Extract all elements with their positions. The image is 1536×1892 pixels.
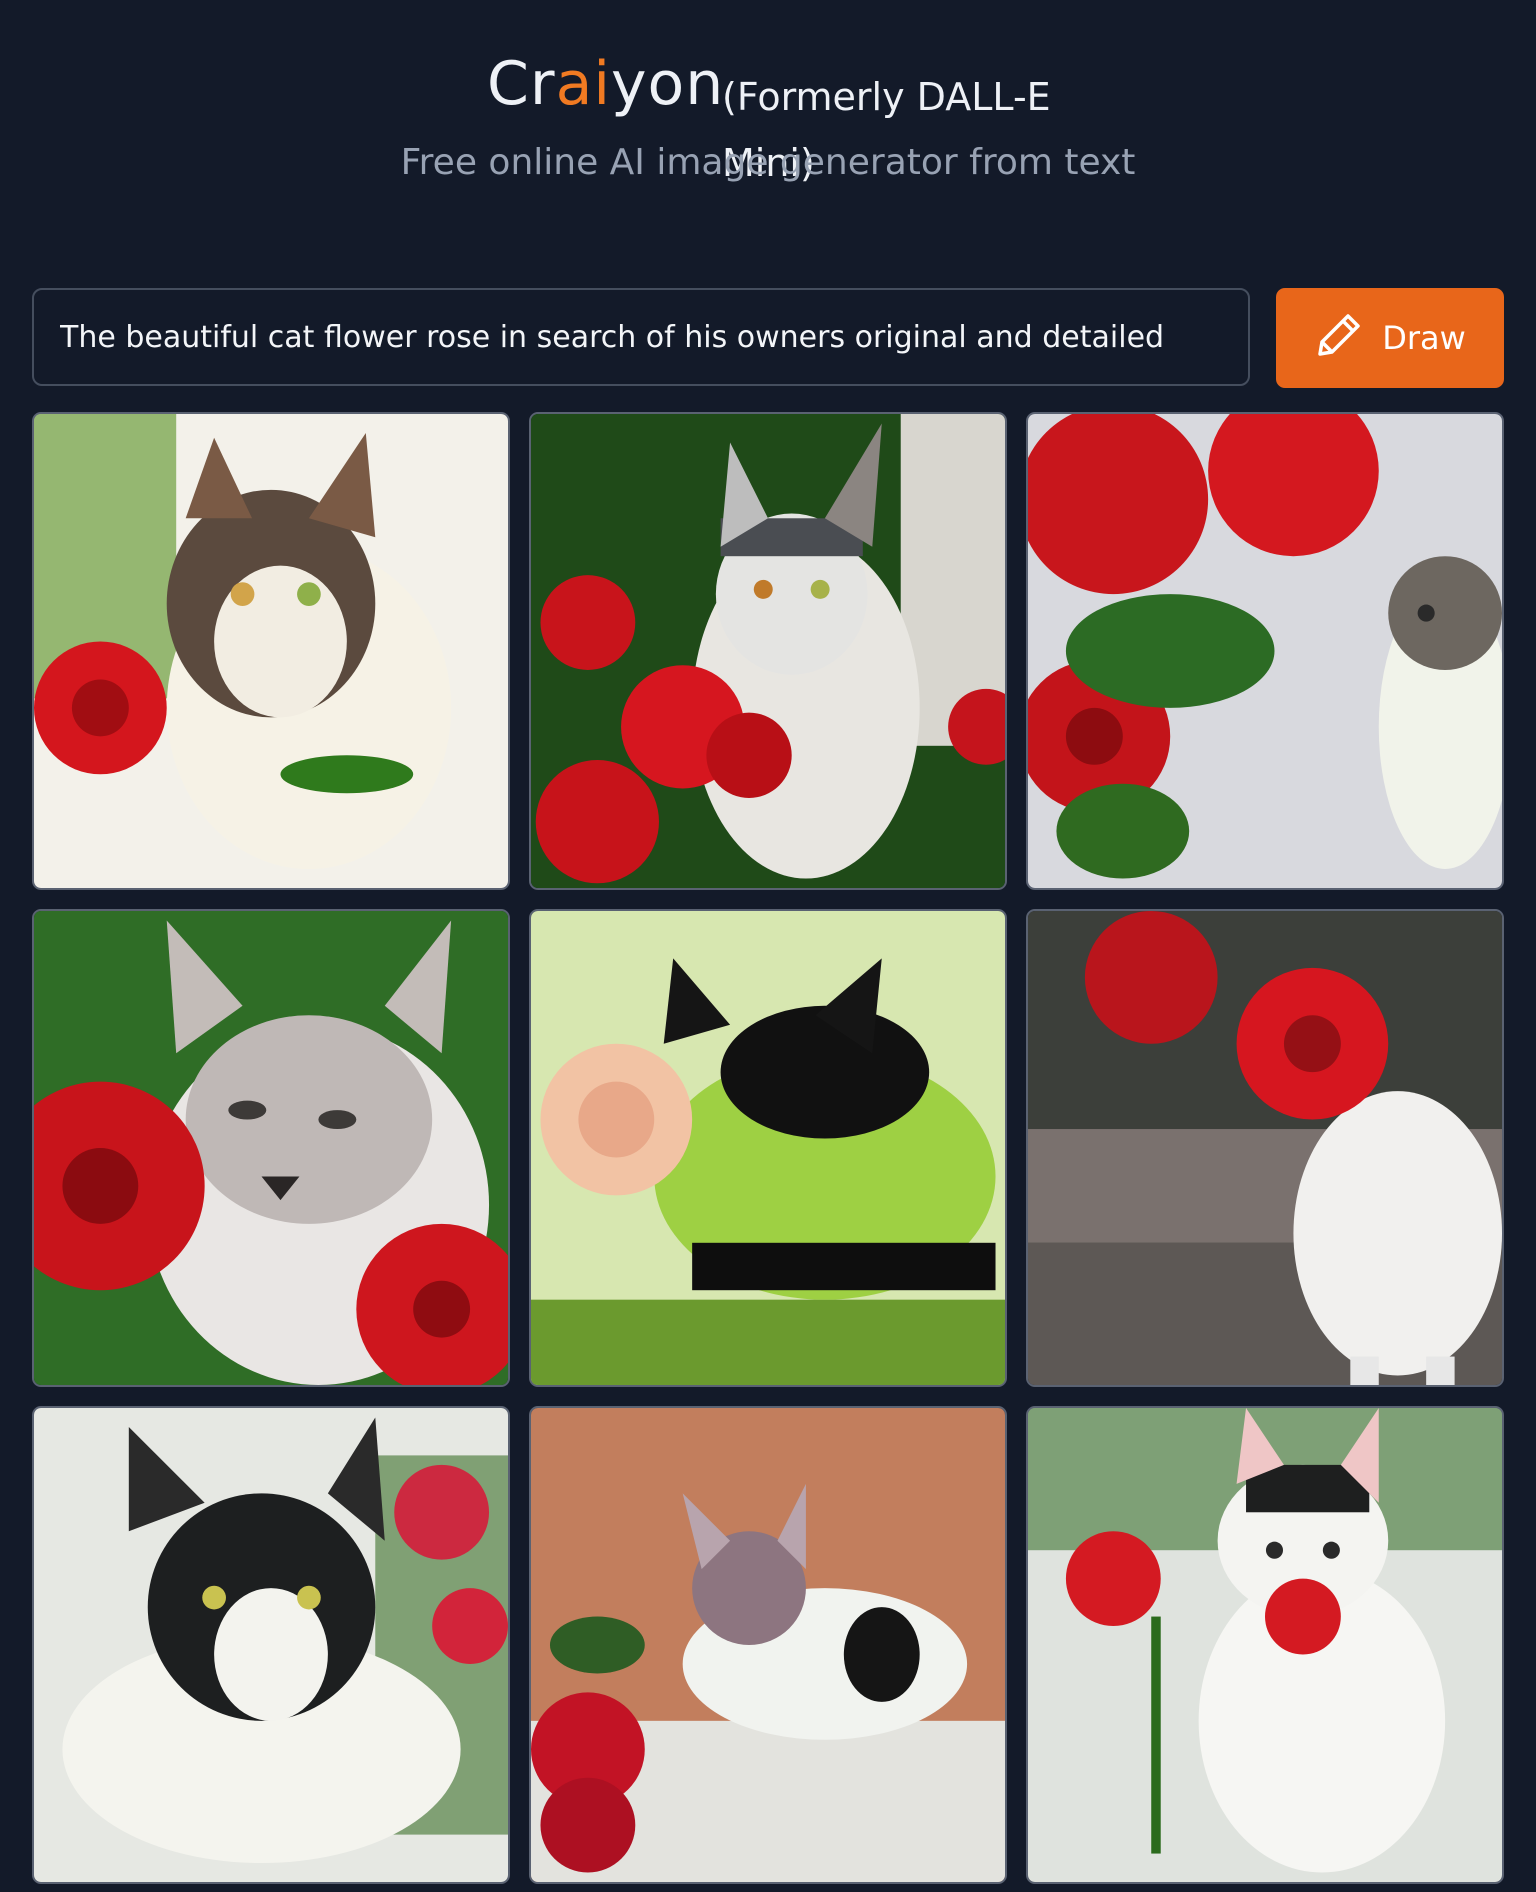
result-image[interactable] <box>529 1406 1007 1884</box>
header: Craiyon (Formerly DALL-E Mini) Free onli… <box>0 0 1536 230</box>
brand-accent: ai <box>555 49 611 119</box>
pencil-icon <box>1314 308 1366 368</box>
result-image[interactable] <box>32 412 510 890</box>
prompt-input[interactable] <box>34 290 1248 384</box>
result-image[interactable] <box>1026 909 1504 1387</box>
result-image[interactable] <box>32 1406 510 1884</box>
tagline: Free online AI image generator from text <box>400 142 1136 183</box>
brand-prefix: Cr <box>487 49 556 119</box>
result-image[interactable] <box>529 412 1007 890</box>
brand-logo[interactable]: Craiyon <box>487 48 724 120</box>
result-image[interactable] <box>1026 1406 1504 1884</box>
results-grid <box>32 412 1504 1884</box>
draw-button-label: Draw <box>1382 319 1466 357</box>
result-image[interactable] <box>32 909 510 1387</box>
result-image[interactable] <box>1026 412 1504 890</box>
brand-suffix: yon <box>611 49 725 119</box>
prompt-field[interactable] <box>32 288 1250 386</box>
draw-button[interactable]: Draw <box>1276 288 1504 388</box>
result-image[interactable] <box>529 909 1007 1387</box>
